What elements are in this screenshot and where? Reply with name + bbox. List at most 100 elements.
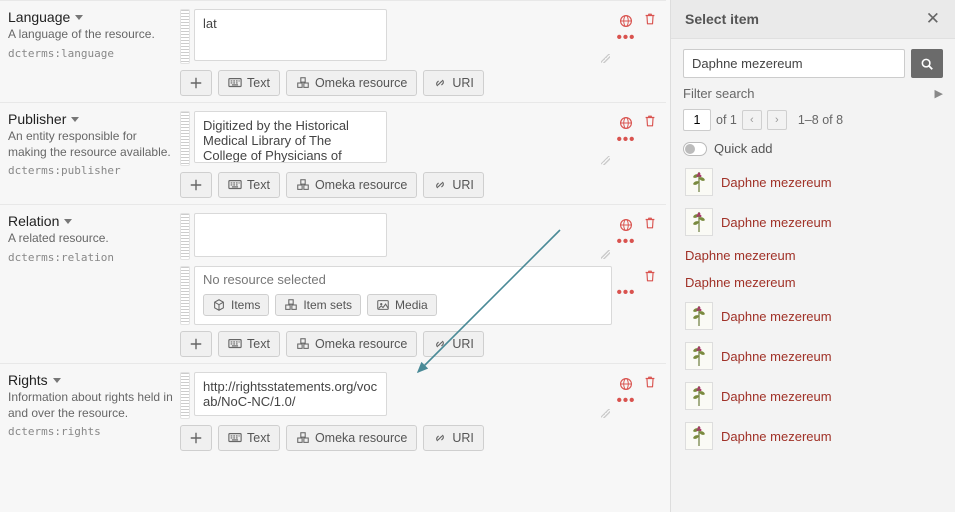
cubes-icon [296,178,310,192]
result-label: Daphne mezereum [685,248,796,263]
result-item[interactable]: Daphne mezereum [683,338,943,374]
uri-type-button[interactable]: URI [423,425,484,451]
property-editor: Language A language of the resource. dct… [0,0,670,512]
property-row-rights: Rights Information about rights held in … [0,363,666,457]
link-icon [433,431,447,445]
media-tab-button[interactable]: Media [367,294,437,316]
result-item[interactable]: Daphne mezereum [683,204,943,240]
more-icon[interactable]: ••• [617,136,636,144]
text-type-button[interactable]: Text [218,331,280,357]
cubes-icon [296,337,310,351]
result-thumbnail [685,302,713,330]
trash-icon[interactable] [643,267,657,283]
trash-icon[interactable] [643,373,657,389]
result-label: Daphne mezereum [721,429,832,444]
plus-icon [189,178,203,192]
page-of-label: of 1 [716,113,737,127]
result-item[interactable]: Daphne mezereum [683,244,943,267]
panel-title: Select item [685,11,759,27]
result-item[interactable]: Daphne mezereum [683,418,943,454]
result-label: Daphne mezereum [721,175,832,190]
keyboard-icon [228,431,242,445]
result-thumbnail [685,208,713,236]
quick-add-toggle[interactable]: Quick add [683,141,943,156]
property-description: A language of the resource. [8,27,174,43]
more-icon[interactable]: ••• [617,289,636,297]
result-thumbnail [685,422,713,450]
cubes-icon [296,431,310,445]
page-number-input[interactable] [683,109,711,131]
caret-down-icon [75,15,83,20]
property-term: dcterms:rights [8,425,174,438]
items-tab-button[interactable]: Items [203,294,269,316]
search-button[interactable] [911,49,943,78]
uri-type-button[interactable]: URI [423,331,484,357]
property-name[interactable]: Relation [8,213,174,229]
omeka-resource-type-button[interactable]: Omeka resource [286,331,417,357]
add-value-button[interactable] [180,70,212,96]
search-input[interactable] [683,49,905,78]
uri-type-button[interactable]: URI [423,70,484,96]
omeka-resource-type-button[interactable]: Omeka resource [286,70,417,96]
globe-icon[interactable] [619,216,633,232]
caret-down-icon [71,117,79,122]
globe-icon[interactable] [619,114,633,130]
cubes-icon [284,298,298,312]
cubes-icon [296,76,310,90]
omeka-resource-type-button[interactable]: Omeka resource [286,425,417,451]
plus-icon [189,337,203,351]
add-value-button[interactable] [180,331,212,357]
prev-page-button[interactable]: ‹ [742,110,762,130]
result-item[interactable]: Daphne mezereum [683,378,943,414]
value-textarea[interactable] [194,372,387,416]
add-value-button[interactable] [180,172,212,198]
text-type-button[interactable]: Text [218,70,280,96]
trash-icon[interactable] [643,10,657,26]
property-row-publisher: Publisher An entity responsible for maki… [0,102,666,204]
link-icon [433,178,447,192]
property-name[interactable]: Language [8,9,174,25]
value-textarea[interactable] [194,213,387,257]
property-name[interactable]: Rights [8,372,174,388]
itemsets-tab-button[interactable]: Item sets [275,294,361,316]
drag-handle[interactable] [180,372,190,419]
text-type-button[interactable]: Text [218,425,280,451]
result-label: Daphne mezereum [721,389,832,404]
close-panel-button[interactable]: ✕ [923,9,943,29]
drag-handle[interactable] [180,111,190,166]
property-name[interactable]: Publisher [8,111,174,127]
result-thumbnail [685,342,713,370]
text-type-button[interactable]: Text [218,172,280,198]
result-label: Daphne mezereum [685,275,796,290]
value-textarea[interactable] [194,9,387,61]
property-row-relation: Relation A related resource. dcterms:rel… [0,204,666,363]
globe-icon[interactable] [619,12,633,28]
image-icon [376,298,390,312]
more-icon[interactable]: ••• [617,34,636,42]
drag-handle[interactable] [180,266,190,325]
page-range-label: 1–8 of 8 [798,113,843,127]
drag-handle[interactable] [180,9,190,64]
drag-handle[interactable] [180,213,190,260]
more-icon[interactable]: ••• [617,397,636,405]
result-item[interactable]: Daphne mezereum [683,298,943,334]
omeka-resource-type-button[interactable]: Omeka resource [286,172,417,198]
pagination: of 1 ‹ › 1–8 of 8 [683,109,943,131]
value-textarea[interactable] [194,111,387,163]
add-value-button[interactable] [180,425,212,451]
result-item[interactable]: Daphne mezereum [683,164,943,200]
uri-type-button[interactable]: URI [423,172,484,198]
filter-search-toggle[interactable]: Filter search ▶ [683,86,943,101]
globe-icon[interactable] [619,375,633,391]
result-item[interactable]: Daphne mezereum [683,271,943,294]
keyboard-icon [228,76,242,90]
toggle-icon [683,142,707,156]
trash-icon[interactable] [643,112,657,128]
next-page-button[interactable]: › [767,110,787,130]
plus-icon [189,76,203,90]
trash-icon[interactable] [643,214,657,230]
link-icon [433,76,447,90]
plus-icon [189,431,203,445]
result-thumbnail [685,168,713,196]
more-icon[interactable]: ••• [617,238,636,246]
